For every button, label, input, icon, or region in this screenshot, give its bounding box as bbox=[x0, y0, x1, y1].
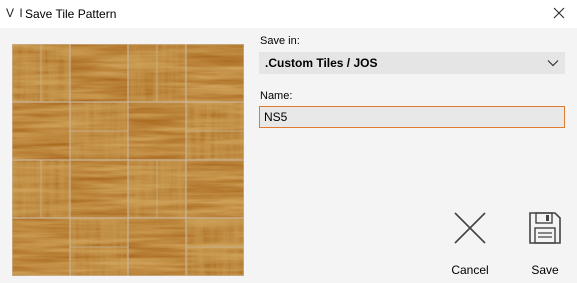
close-icon bbox=[553, 7, 565, 19]
save-in-value: .Custom Tiles / JOS bbox=[265, 56, 378, 70]
dialog-body: Save in: .Custom Tiles / JOS Name: Cance… bbox=[0, 28, 577, 283]
name-input[interactable] bbox=[259, 106, 565, 128]
tile-pattern-preview bbox=[12, 44, 244, 276]
save-button[interactable]: Save bbox=[517, 208, 573, 280]
cancel-button[interactable]: Cancel bbox=[442, 208, 498, 280]
floppy-disk-icon bbox=[529, 212, 561, 244]
app-icon: V I bbox=[6, 6, 24, 20]
x-icon bbox=[454, 212, 486, 244]
title-bar: V I Save Tile Pattern bbox=[0, 0, 577, 28]
save-in-label: Save in: bbox=[260, 35, 300, 47]
chevron-down-icon bbox=[547, 60, 559, 67]
save-label: Save bbox=[531, 263, 559, 277]
cancel-label: Cancel bbox=[451, 263, 489, 277]
close-button[interactable] bbox=[547, 3, 571, 23]
name-label: Name: bbox=[260, 90, 293, 102]
save-in-dropdown[interactable]: .Custom Tiles / JOS bbox=[259, 52, 565, 74]
window-title: Save Tile Pattern bbox=[25, 7, 117, 21]
